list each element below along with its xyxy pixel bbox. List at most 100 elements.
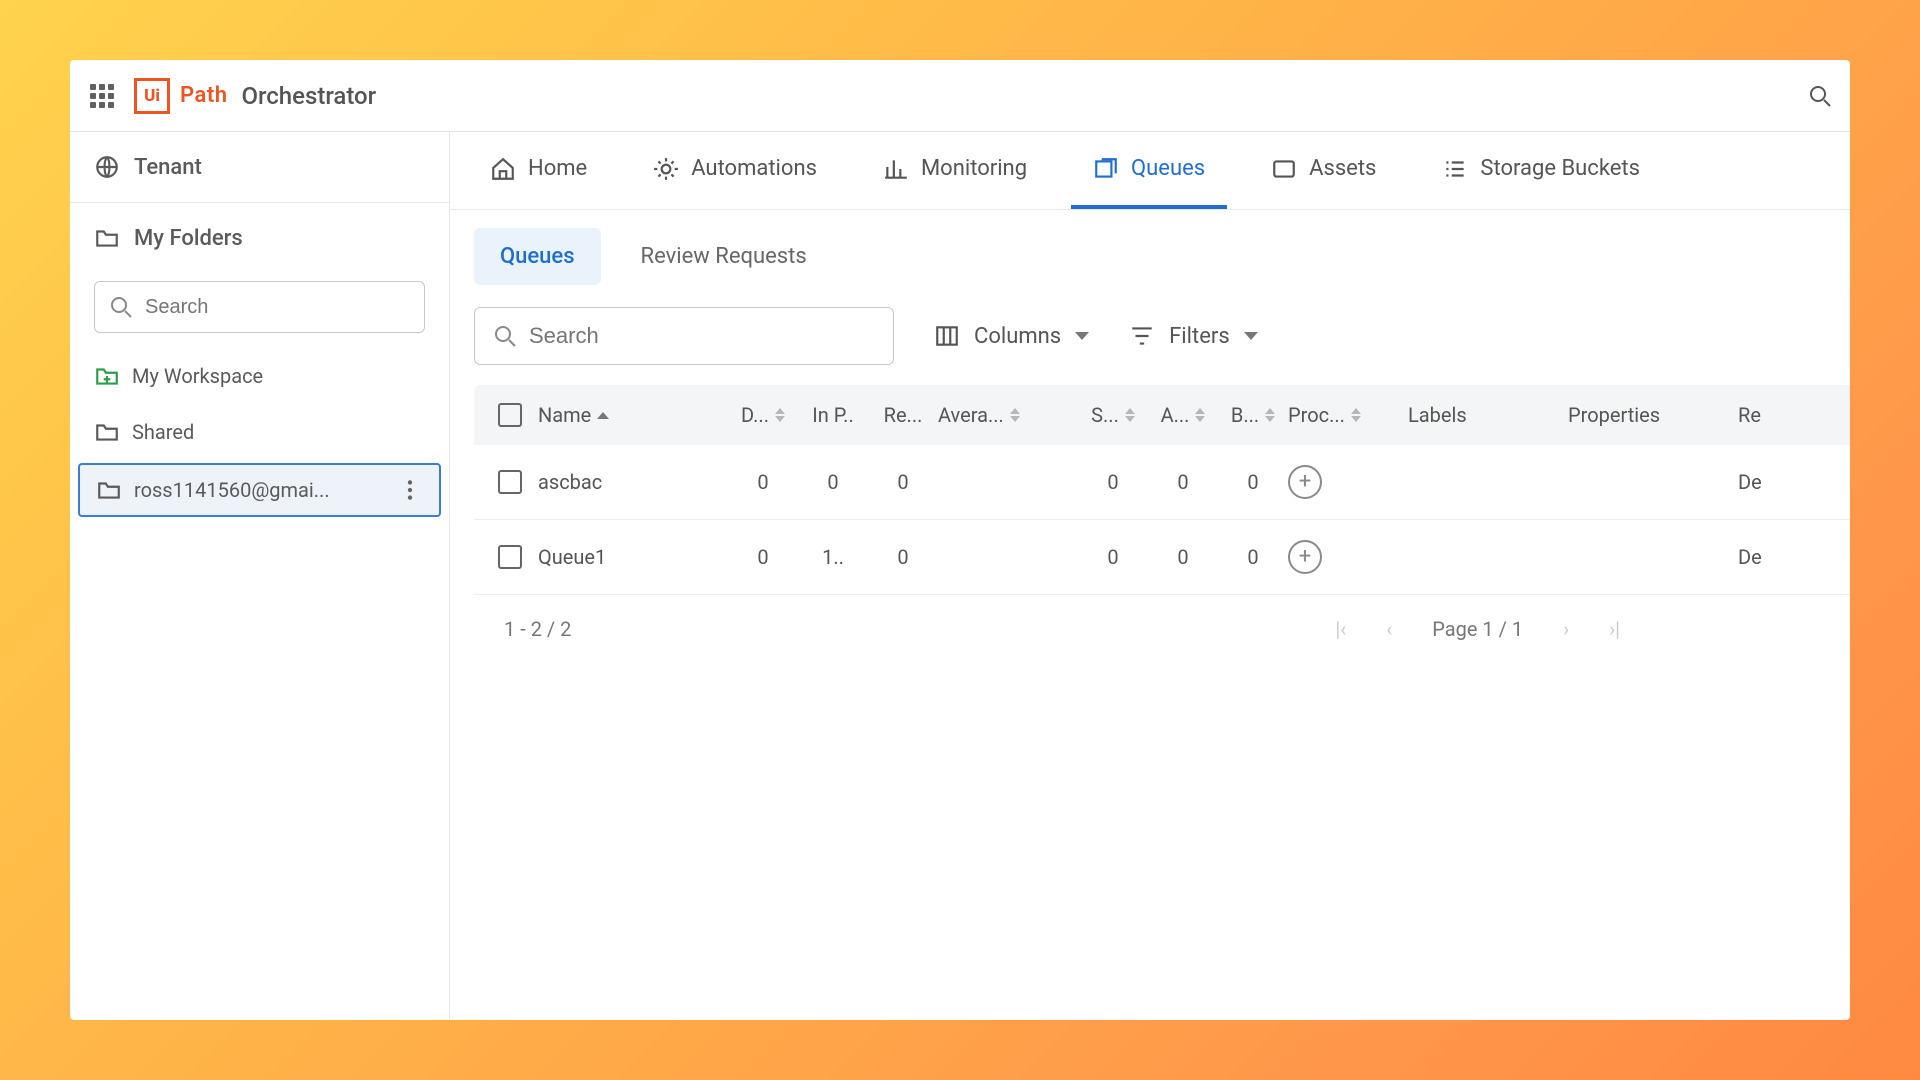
col-inp[interactable]: In P.. bbox=[798, 403, 868, 427]
tab-automations[interactable]: Automations bbox=[631, 132, 839, 209]
pager: 1 - 2 / 2 |‹ ‹ Page 1 / 1 › ›| bbox=[474, 595, 1850, 663]
col-properties[interactable]: Properties bbox=[1568, 403, 1738, 427]
sidebar-item-user-folder[interactable]: ross1141560@gmai... bbox=[78, 463, 441, 517]
row-checkbox[interactable] bbox=[482, 470, 538, 494]
tenant-icon bbox=[94, 154, 120, 180]
chevron-down-icon bbox=[1075, 332, 1089, 340]
sidebar-item-shared[interactable]: Shared bbox=[78, 407, 441, 457]
cell: 0 bbox=[897, 470, 908, 494]
tab-queues[interactable]: Queues bbox=[1071, 132, 1227, 209]
sidebar-tenant[interactable]: Tenant bbox=[70, 132, 449, 203]
chart-icon bbox=[883, 156, 909, 182]
cell: 0 bbox=[1247, 545, 1258, 569]
nav-tabs: Home Automations Monitoring Queues Asset… bbox=[450, 132, 1850, 210]
app-window: Ui Path Orchestrator Tenant My Folders bbox=[70, 60, 1850, 1020]
chevron-down-icon bbox=[1244, 332, 1258, 340]
sort-icon bbox=[1195, 408, 1205, 422]
table: Name D... In P.. Re... Avera... S... A..… bbox=[450, 385, 1850, 663]
list-icon bbox=[1442, 156, 1468, 182]
cell-name: Queue1 bbox=[538, 545, 606, 569]
columns-label: Columns bbox=[974, 324, 1061, 349]
col-avg[interactable]: Avera... bbox=[938, 403, 1078, 427]
cell: De bbox=[1738, 470, 1762, 494]
folder-list: My Workspace Shared ross1141560@gmai... bbox=[70, 351, 449, 517]
sidebar-my-folders[interactable]: My Folders bbox=[70, 203, 449, 273]
home-icon bbox=[490, 156, 516, 182]
subtab-queues[interactable]: Queues bbox=[474, 228, 601, 285]
folder-label: ross1141560@gmai... bbox=[134, 478, 330, 502]
sidebar-search-input[interactable] bbox=[145, 296, 410, 319]
col-re[interactable]: Re... bbox=[868, 403, 938, 427]
pager-range: 1 - 2 / 2 bbox=[504, 617, 571, 641]
tab-home[interactable]: Home bbox=[468, 132, 609, 209]
sidebar: Tenant My Folders My Workspace Shared bbox=[70, 132, 450, 1020]
cell: 0 bbox=[1177, 470, 1188, 494]
app-launcher-icon[interactable] bbox=[88, 82, 116, 110]
folder-label: Shared bbox=[132, 420, 194, 444]
filters-button[interactable]: Filters bbox=[1129, 323, 1258, 349]
col-labels[interactable]: Labels bbox=[1408, 403, 1568, 427]
cell: 0 bbox=[1107, 470, 1118, 494]
add-process-icon[interactable]: + bbox=[1288, 465, 1322, 499]
columns-button[interactable]: Columns bbox=[934, 323, 1089, 349]
select-all[interactable] bbox=[482, 403, 538, 427]
topbar: Ui Path Orchestrator bbox=[70, 60, 1850, 132]
search-icon bbox=[109, 295, 133, 319]
subtab-review-requests[interactable]: Review Requests bbox=[615, 228, 833, 285]
table-row[interactable]: Queue1 0 1.. 0 0 0 0 + De bbox=[474, 520, 1850, 595]
cell: 0 bbox=[757, 470, 768, 494]
sidebar-search[interactable] bbox=[94, 281, 425, 333]
tab-assets[interactable]: Assets bbox=[1249, 132, 1398, 209]
workspace-icon bbox=[94, 363, 120, 389]
kebab-icon[interactable] bbox=[397, 477, 423, 503]
cell: 0 bbox=[757, 545, 768, 569]
table-header-row: Name D... In P.. Re... Avera... S... A..… bbox=[474, 385, 1850, 445]
col-proc[interactable]: Proc... bbox=[1288, 403, 1408, 427]
columns-icon bbox=[934, 323, 960, 349]
tab-storage-buckets[interactable]: Storage Buckets bbox=[1420, 132, 1662, 209]
cell: 0 bbox=[827, 470, 838, 494]
col-b[interactable]: B... bbox=[1218, 403, 1288, 427]
table-row[interactable]: ascbac 0 0 0 0 0 0 + De bbox=[474, 445, 1850, 520]
toolbar: Columns Filters bbox=[450, 293, 1850, 385]
my-folders-label: My Folders bbox=[134, 226, 243, 251]
pager-first-icon[interactable]: |‹ bbox=[1335, 617, 1346, 641]
col-re2[interactable]: Re bbox=[1738, 403, 1798, 427]
sort-icon bbox=[1010, 408, 1020, 422]
cell: 1.. bbox=[822, 545, 844, 569]
app-title: Orchestrator bbox=[241, 82, 376, 110]
cell: 0 bbox=[1177, 545, 1188, 569]
table-search-input[interactable] bbox=[529, 323, 875, 349]
add-process-icon[interactable]: + bbox=[1288, 540, 1322, 574]
col-d[interactable]: D... bbox=[728, 403, 798, 427]
folder-icon bbox=[94, 225, 120, 251]
tenant-label: Tenant bbox=[134, 155, 202, 180]
cell: 0 bbox=[1247, 470, 1258, 494]
tab-label: Monitoring bbox=[921, 156, 1027, 181]
row-checkbox[interactable] bbox=[482, 545, 538, 569]
tab-label: Home bbox=[528, 156, 587, 181]
sort-icon bbox=[1351, 408, 1361, 422]
pager-page: Page 1 / 1 bbox=[1432, 617, 1523, 641]
sidebar-item-my-workspace[interactable]: My Workspace bbox=[78, 351, 441, 401]
global-search-icon[interactable] bbox=[1808, 84, 1832, 108]
tab-label: Automations bbox=[691, 156, 817, 181]
main: Home Automations Monitoring Queues Asset… bbox=[450, 132, 1850, 1020]
tab-monitoring[interactable]: Monitoring bbox=[861, 132, 1049, 209]
brand-text: Path bbox=[180, 83, 227, 108]
col-a[interactable]: A... bbox=[1148, 403, 1218, 427]
cell: 0 bbox=[897, 545, 908, 569]
gear-icon bbox=[653, 156, 679, 182]
queue-icon bbox=[1093, 156, 1119, 182]
sort-icon bbox=[775, 408, 785, 422]
folder-icon bbox=[96, 477, 122, 503]
cell: De bbox=[1738, 545, 1762, 569]
sub-tabs: Queues Review Requests bbox=[450, 210, 1850, 293]
table-search[interactable] bbox=[474, 307, 894, 365]
pager-prev-icon[interactable]: ‹ bbox=[1386, 617, 1392, 641]
col-name[interactable]: Name bbox=[538, 403, 728, 427]
col-s[interactable]: S... bbox=[1078, 403, 1148, 427]
filter-icon bbox=[1129, 323, 1155, 349]
pager-last-icon[interactable]: ›| bbox=[1609, 617, 1620, 641]
pager-next-icon[interactable]: › bbox=[1563, 617, 1569, 641]
